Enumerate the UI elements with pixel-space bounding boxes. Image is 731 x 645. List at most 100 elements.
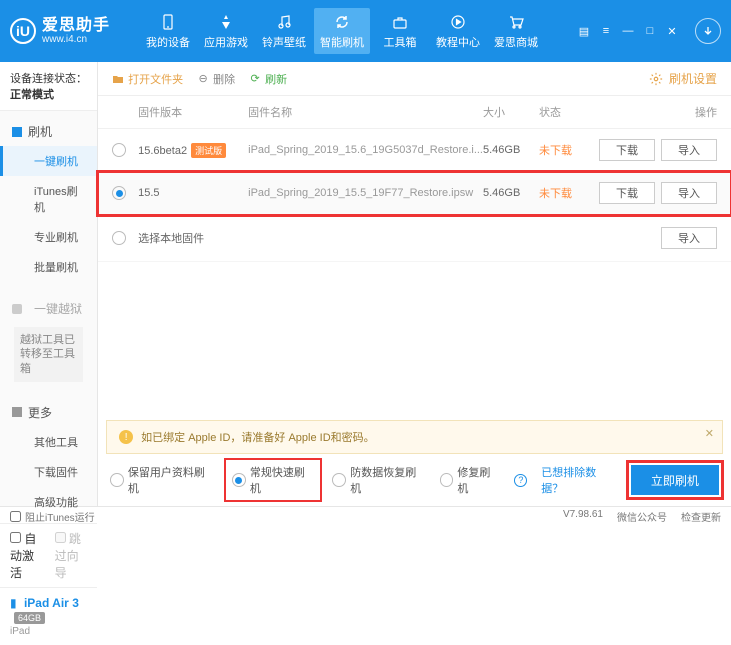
nav-my-device[interactable]: 我的设备 (140, 8, 196, 54)
nav-store[interactable]: 爱思商城 (488, 8, 544, 54)
download-button[interactable]: 下载 (599, 139, 655, 161)
nav-tutorials[interactable]: 教程中心 (430, 8, 486, 54)
th-status: 状态 (539, 104, 589, 120)
sidebar-header-flash[interactable]: 刷机 (0, 117, 97, 146)
gear-icon (649, 72, 663, 86)
fw-status: 未下载 (539, 185, 589, 201)
phone-icon (158, 12, 178, 32)
download-button[interactable]: 下载 (599, 182, 655, 204)
block-itunes-checkbox[interactable]: 阻止iTunes运行 (10, 509, 95, 524)
opt-keep-data[interactable]: 保留用户资料刷机 (110, 464, 214, 496)
refresh-button[interactable]: ⟳刷新 (249, 71, 287, 87)
nav-apps[interactable]: 应用游戏 (198, 8, 254, 54)
import-button[interactable]: 导入 (661, 139, 717, 161)
exclude-data-link[interactable]: 已想排除数据？ (541, 464, 617, 496)
nav-toolbox[interactable]: 工具箱 (372, 8, 428, 54)
warning-icon: ! (119, 430, 133, 444)
device-info[interactable]: ▮ iPad Air 3 64GB iPad (0, 587, 97, 645)
sidebar-item-pro[interactable]: 专业刷机 (0, 222, 97, 252)
lock-icon (12, 304, 22, 314)
flash-settings-button[interactable]: 刷机设置 (649, 70, 717, 87)
app-title: 爱思助手 (42, 17, 110, 35)
wechat-link[interactable]: 微信公众号 (617, 509, 667, 524)
folder-icon (112, 73, 124, 85)
close-icon[interactable]: ✕ (665, 24, 679, 38)
th-name: 固件名称 (248, 104, 483, 120)
nav-flash[interactable]: 智能刷机 (314, 8, 370, 54)
refresh-icon (332, 12, 352, 32)
nav-label: 教程中心 (436, 34, 480, 50)
minimize-icon[interactable]: — (621, 24, 635, 38)
nav-label: 应用游戏 (204, 34, 248, 50)
open-folder-button[interactable]: 打开文件夹 (112, 71, 183, 87)
app-url: www.i4.cn (42, 34, 110, 45)
nav-label: 工具箱 (384, 34, 417, 50)
nav-label: 智能刷机 (320, 34, 364, 50)
square-icon (12, 407, 22, 417)
device-icon: ▮ (10, 596, 17, 610)
app-icon (216, 12, 236, 32)
beta-badge: 测试版 (191, 143, 226, 158)
firmware-row[interactable]: 15.6beta2 测试版 iPad_Spring_2019_15.6_19G50… (98, 129, 731, 172)
radio-icon[interactable] (112, 143, 126, 157)
download-progress-icon[interactable] (695, 18, 721, 44)
delete-button[interactable]: ⊖删除 (197, 71, 235, 87)
app-logo-icon: iU (10, 18, 36, 44)
cart-icon (506, 12, 526, 32)
connection-status: 设备连接状态：正常模式 (0, 62, 97, 111)
skip-guide-checkbox[interactable]: 跳过向导 (55, 530, 88, 581)
th-ops: 操作 (589, 104, 717, 120)
menu-icon[interactable]: ▤ (577, 24, 591, 38)
auto-activate-checkbox[interactable]: 自动激活 (10, 530, 43, 581)
radio-icon (110, 473, 124, 487)
fw-version: 15.6beta2 (138, 145, 187, 157)
sidebar-item-oneclick[interactable]: 一键刷机 (0, 146, 97, 176)
nav-ringtones[interactable]: 铃声壁纸 (256, 8, 312, 54)
nav-label: 我的设备 (146, 34, 190, 50)
import-button[interactable]: 导入 (661, 182, 717, 204)
radio-icon (440, 473, 454, 487)
radio-icon (332, 473, 346, 487)
fw-status: 未下载 (539, 142, 589, 158)
opt-anti-recovery[interactable]: 防数据恢复刷机 (332, 464, 425, 496)
play-icon (448, 12, 468, 32)
opt-normal-flash[interactable]: 常规快速刷机 (228, 462, 318, 498)
close-alert-icon[interactable]: ✕ (705, 427, 714, 440)
import-button[interactable]: 导入 (661, 227, 717, 249)
music-icon (274, 12, 294, 32)
radio-icon[interactable] (112, 186, 126, 200)
th-size: 大小 (483, 104, 539, 120)
sidebar-header-jailbreak[interactable]: 一键越狱 (0, 294, 97, 323)
radio-icon[interactable] (112, 231, 126, 245)
sidebar-item-itunes[interactable]: iTunes刷机 (0, 176, 97, 222)
check-update-link[interactable]: 检查更新 (681, 509, 721, 524)
refresh-icon: ⟳ (249, 73, 261, 85)
fw-version: 15.5 (138, 187, 159, 199)
maximize-icon[interactable]: □ (643, 24, 657, 38)
flash-now-button[interactable]: 立即刷机 (631, 465, 719, 495)
sidebar-item-batch[interactable]: 批量刷机 (0, 252, 97, 282)
skin-icon[interactable]: ≡ (599, 24, 613, 38)
square-icon (12, 127, 22, 137)
sidebar-item-download-fw[interactable]: 下载固件 (0, 457, 97, 487)
th-version: 固件版本 (138, 104, 248, 120)
opt-repair[interactable]: 修复刷机 (440, 464, 501, 496)
local-firmware-row[interactable]: 选择本地固件 导入 (98, 215, 731, 262)
fw-name: iPad_Spring_2019_15.6_19G5037d_Restore.i… (248, 144, 483, 156)
fw-size: 5.46GB (483, 144, 539, 156)
local-fw-label: 选择本地固件 (138, 230, 589, 246)
toolbox-icon (390, 12, 410, 32)
firmware-row-selected[interactable]: 15.5 iPad_Spring_2019_15.5_19F77_Restore… (98, 172, 731, 215)
fw-size: 5.46GB (483, 187, 539, 199)
delete-icon: ⊖ (197, 73, 209, 85)
radio-icon (232, 473, 246, 487)
jailbreak-note: 越狱工具已转移至工具箱 (14, 327, 83, 382)
help-icon[interactable]: ? (514, 474, 527, 487)
sidebar-item-other[interactable]: 其他工具 (0, 427, 97, 457)
version-label: V7.98.61 (563, 509, 603, 524)
nav-label: 爱思商城 (494, 34, 538, 50)
fw-name: iPad_Spring_2019_15.5_19F77_Restore.ipsw (248, 187, 483, 199)
appleid-alert: ! 如已绑定 Apple ID，请准备好 Apple ID和密码。 ✕ (106, 420, 723, 454)
sidebar-header-more[interactable]: 更多 (0, 398, 97, 427)
nav-label: 铃声壁纸 (262, 34, 306, 50)
